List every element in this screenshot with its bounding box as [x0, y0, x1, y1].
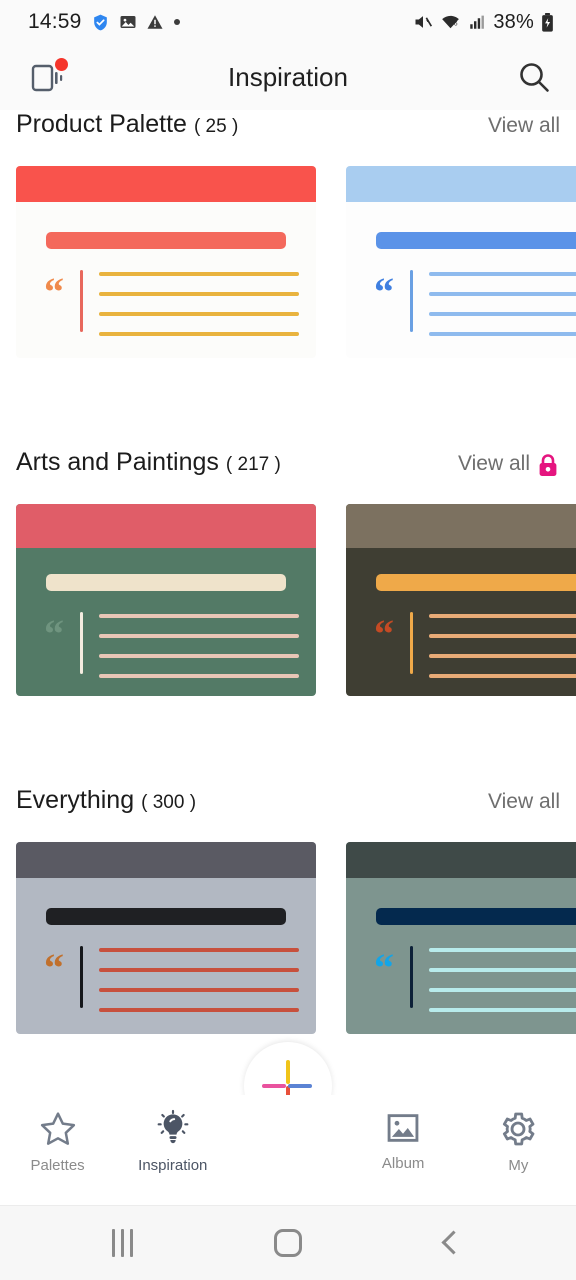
view-all-link[interactable]: View all — [458, 452, 530, 476]
android-navigation-bar[interactable] — [0, 1205, 576, 1280]
status-bar: 14:59 6 38% — [0, 0, 576, 44]
section-product-palette: Product Palette ( 25 ) View all “ “ — [0, 110, 576, 358]
view-all-link[interactable]: View all — [488, 790, 560, 814]
palette-card-teal-cyan[interactable]: “ — [346, 842, 576, 1034]
section-count: ( 217 ) — [225, 454, 281, 475]
lock-icon — [536, 453, 560, 478]
section-arts-and-paintings: Arts and Paintings ( 217 ) View all “ “ — [0, 448, 576, 696]
nav-label-my: My — [508, 1157, 529, 1174]
section-everything: Everything ( 300 ) View all “ “ — [0, 786, 576, 1034]
recents-icon[interactable] — [78, 1205, 168, 1280]
bottom-navigation[interactable]: Palettes Inspiration Album My — [0, 1095, 576, 1205]
battery-charging-icon — [541, 12, 554, 32]
back-icon[interactable] — [408, 1205, 498, 1280]
nav-item-album[interactable]: Album — [353, 1109, 453, 1172]
svg-text:6: 6 — [454, 20, 458, 27]
section-title: Arts and Paintings — [16, 448, 219, 476]
star-icon — [38, 1109, 78, 1149]
shield-check-icon — [91, 13, 110, 32]
palette-sections-list[interactable]: Product Palette ( 25 ) View all “ “ Arts… — [0, 110, 576, 1095]
signal-icon — [468, 13, 486, 31]
section-title: Everything — [16, 786, 135, 814]
palette-card-red-white[interactable]: “ — [16, 166, 316, 358]
nav-item-my[interactable]: My — [468, 1109, 568, 1174]
palette-card-brown-amber[interactable]: “ — [346, 504, 576, 696]
lightbulb-icon — [153, 1109, 193, 1149]
mute-icon — [413, 12, 433, 32]
app-bar: Inspiration — [0, 44, 576, 110]
nav-item-palettes[interactable]: Palettes — [8, 1109, 108, 1174]
notification-badge — [55, 58, 68, 71]
status-bar-right: 6 38% — [413, 11, 554, 34]
home-icon[interactable] — [243, 1205, 333, 1280]
palette-card-row[interactable]: “ “ — [0, 842, 576, 1034]
image-icon — [119, 13, 137, 31]
section-count: ( 300 ) — [141, 792, 197, 813]
section-header: Everything ( 300 ) View all — [0, 786, 576, 842]
nav-item-inspiration[interactable]: Inspiration — [123, 1109, 223, 1174]
palette-card-grey-red[interactable]: “ — [16, 842, 316, 1034]
status-time: 14:59 — [28, 10, 82, 33]
palette-card-blue-white[interactable]: “ — [346, 166, 576, 358]
section-header: Product Palette ( 25 ) View all — [0, 110, 576, 166]
warning-icon — [146, 13, 164, 31]
vibrate-phone-button[interactable] — [26, 58, 68, 94]
image-icon — [384, 1109, 422, 1147]
palette-card-row[interactable]: “ “ — [0, 504, 576, 696]
nav-label-palettes: Palettes — [30, 1157, 85, 1174]
battery-percent: 38% — [493, 10, 534, 33]
wifi-icon: 6 — [440, 12, 461, 32]
search-icon[interactable] — [516, 59, 552, 95]
palette-card-row[interactable]: “ “ — [0, 166, 576, 358]
status-bar-left: 14:59 — [28, 10, 181, 34]
nav-label-album: Album — [381, 1155, 425, 1172]
palette-card-green-rose[interactable]: “ — [16, 504, 316, 696]
phone-screen: 14:59 6 38% Inspiration Product Palette … — [0, 0, 576, 1280]
nav-label-inspiration: Inspiration — [138, 1157, 208, 1174]
gear-icon — [498, 1109, 538, 1149]
dot-icon — [173, 18, 181, 26]
view-all-link[interactable]: View all — [488, 114, 560, 138]
nav-divider — [0, 1205, 576, 1206]
page-title: Inspiration — [228, 61, 348, 92]
section-header: Arts and Paintings ( 217 ) View all — [0, 448, 576, 504]
section-count: ( 25 ) — [193, 116, 239, 137]
section-title: Product Palette — [16, 110, 187, 138]
